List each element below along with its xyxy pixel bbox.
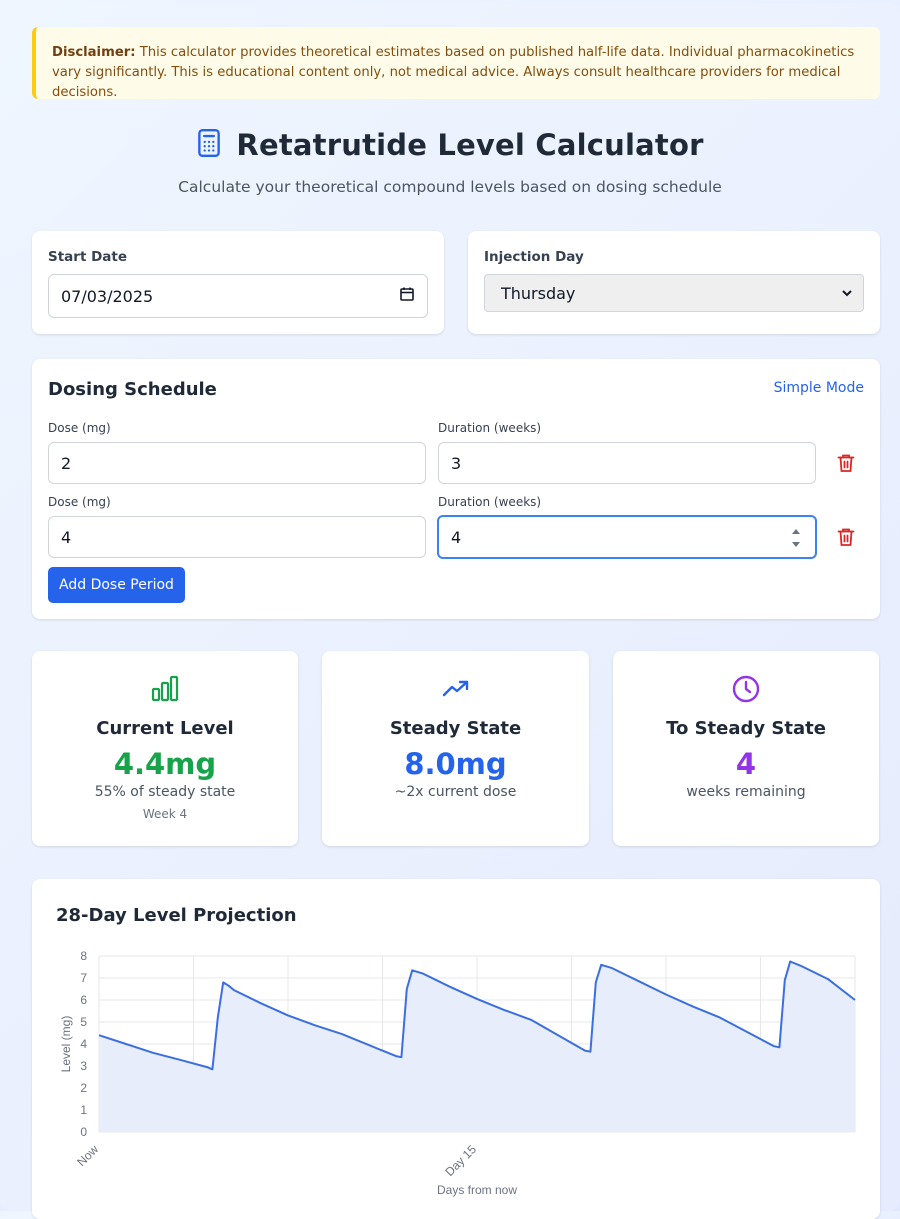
- number-spinner[interactable]: [791, 525, 801, 551]
- y-tick-label: 7: [80, 971, 87, 985]
- add-dose-period-button[interactable]: Add Dose Period: [48, 567, 185, 603]
- stat-subtext: 55% of steady state: [94, 784, 236, 800]
- duration-value: 4: [451, 527, 462, 547]
- steady-state-card: Steady State 8.0mg ~2x current dose: [322, 651, 589, 846]
- duration-input[interactable]: 3: [438, 442, 816, 484]
- y-tick-label: 3: [80, 1059, 87, 1073]
- page: Disclaimer: This calculator provides the…: [0, 3, 900, 1219]
- level-projection-card: 28-Day Level Projection 0 1 2 3 4 5 6 7 8 Now Day …: [32, 879, 880, 1219]
- duration-label: Duration (weeks): [438, 421, 542, 435]
- dose-label: Dose (mg): [48, 421, 111, 435]
- stat-value: 8.0mg: [404, 747, 507, 781]
- x-axis-title: Days from now: [437, 1183, 517, 1197]
- stat-title: To Steady State: [666, 718, 826, 739]
- start-date-card: Start Date 07/03/2025: [32, 231, 444, 334]
- duration-value: 3: [451, 453, 462, 473]
- stat-note: Week 4: [142, 807, 188, 821]
- trending-up-icon: [322, 675, 589, 703]
- chevron-down-icon: [841, 284, 853, 303]
- calculator-icon: [196, 128, 222, 162]
- stat-title: Current Level: [96, 718, 234, 739]
- injection-day-card: Injection Day Thursday: [468, 231, 880, 334]
- x-tick-label: Day 15: [442, 1142, 479, 1179]
- trash-icon[interactable]: [837, 453, 855, 477]
- y-axis-title: Level (mg): [59, 1016, 73, 1073]
- y-tick-label: 5: [80, 1015, 87, 1029]
- injection-day-select[interactable]: Thursday: [484, 274, 864, 312]
- calendar-icon[interactable]: [399, 286, 415, 306]
- bar-chart-icon: [32, 675, 298, 703]
- start-date-input[interactable]: 07/03/2025: [48, 274, 428, 318]
- injection-day-value: Thursday: [501, 283, 576, 303]
- dosing-schedule-card: Dosing Schedule Simple Mode Dose (mg) Du…: [32, 359, 880, 619]
- disclaimer-label: Disclaimer:: [52, 45, 136, 60]
- dose-input[interactable]: 2: [48, 442, 426, 484]
- dose-label: Dose (mg): [48, 495, 111, 509]
- y-tick-label: 8: [80, 949, 87, 963]
- dose-value: 2: [61, 453, 72, 473]
- clock-icon: [613, 675, 879, 703]
- trash-icon[interactable]: [837, 527, 855, 551]
- y-tick-label: 4: [80, 1037, 87, 1051]
- current-level-card: Current Level 4.4mg 55% of steady state …: [32, 651, 298, 846]
- disclaimer-banner: Disclaimer: This calculator provides the…: [32, 27, 880, 100]
- x-tick-label: Now: [74, 1142, 101, 1169]
- start-date-label: Start Date: [48, 249, 128, 265]
- stat-value: 4.4mg: [113, 747, 217, 781]
- stat-subtext: weeks remaining: [686, 784, 806, 800]
- level-projection-chart: 0 1 2 3 4 5 6 7 8 Now Day 15 Days from now Level (mg…: [59, 949, 856, 1197]
- duration-label: Duration (weeks): [438, 495, 542, 509]
- start-date-value: 07/03/2025: [61, 286, 154, 306]
- page-subtitle: Calculate your theoretical compound leve…: [178, 178, 722, 196]
- to-steady-state-card: To Steady State 4 weeks remaining: [613, 651, 879, 846]
- stat-title: Steady State: [389, 718, 522, 739]
- dose-value: 4: [61, 527, 72, 547]
- y-tick-label: 0: [80, 1125, 87, 1139]
- y-tick-label: 2: [80, 1081, 87, 1095]
- disclaimer-text: This calculator provides theoretical est…: [52, 45, 855, 100]
- duration-input[interactable]: 4: [437, 515, 817, 559]
- dosing-schedule-title: Dosing Schedule: [48, 379, 217, 400]
- y-tick-label: 1: [80, 1103, 87, 1117]
- y-tick-label: 6: [80, 993, 87, 1007]
- stat-value: 4: [735, 747, 757, 781]
- page-title: Retatrutide Level Calculator: [236, 128, 704, 162]
- stat-subtext: ~2x current dose: [394, 784, 517, 800]
- dose-input[interactable]: 4: [48, 516, 426, 558]
- simple-mode-link[interactable]: Simple Mode: [774, 380, 864, 396]
- page-header: Retatrutide Level Calculator: [0, 123, 900, 167]
- injection-day-label: Injection Day: [484, 249, 584, 265]
